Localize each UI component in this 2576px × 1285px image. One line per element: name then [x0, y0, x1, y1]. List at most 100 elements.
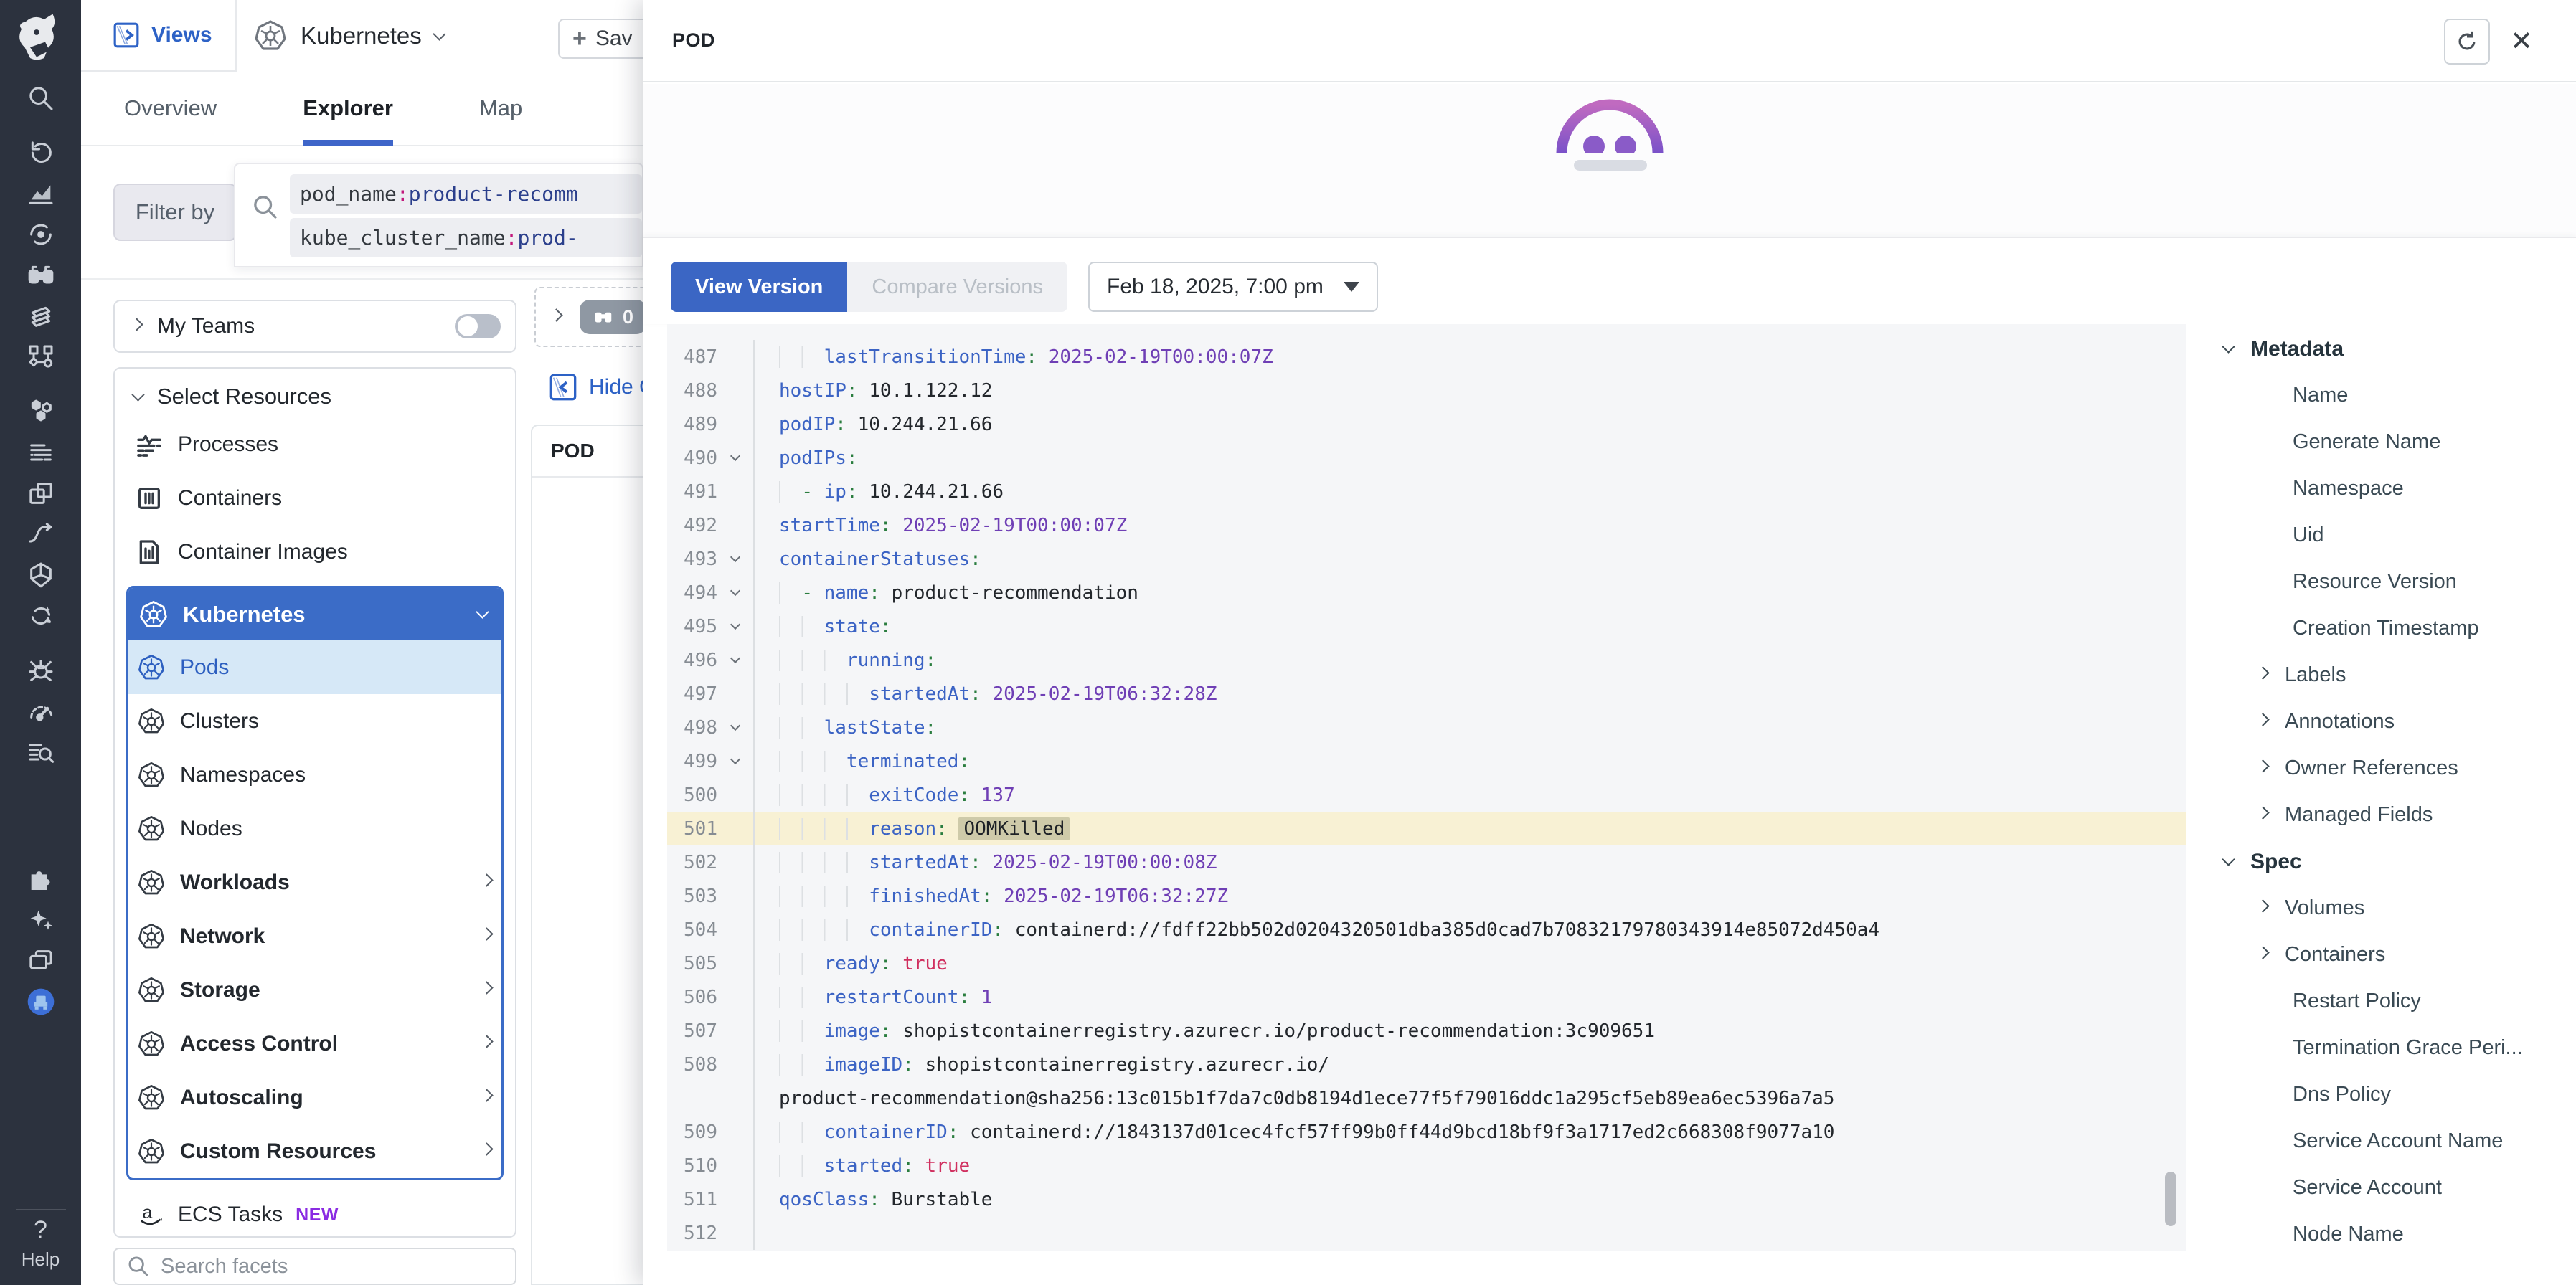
- tab-map[interactable]: Map: [479, 71, 522, 146]
- sidebar-item-access-control[interactable]: Access Control: [128, 1017, 501, 1071]
- sidebar-item-custom-resources[interactable]: Custom Resources: [128, 1124, 501, 1178]
- tree-node-creation-timestamp[interactable]: Creation Timestamp: [2186, 605, 2576, 652]
- version-date-dropdown[interactable]: Feb 18, 2025, 7:00 pm: [1088, 262, 1378, 312]
- tree-node-labels[interactable]: Labels: [2186, 652, 2576, 698]
- compare-versions-button[interactable]: Compare Versions: [847, 262, 1067, 312]
- security-shield-icon[interactable]: [0, 554, 81, 595]
- search-facets-input[interactable]: [161, 1255, 462, 1279]
- integrations-puzzle-icon[interactable]: [0, 858, 81, 899]
- tree-node-label: Dns Policy: [2293, 1083, 2391, 1106]
- sidebar-item-autoscaling[interactable]: Autoscaling: [128, 1071, 501, 1124]
- select-resources-label: Select Resources: [157, 384, 331, 409]
- tree-node-service-account-name[interactable]: Service Account Name: [2186, 1118, 2576, 1165]
- tree-node-owner-references[interactable]: Owner References: [2186, 745, 2576, 792]
- sidebar-item-containers[interactable]: Containers: [126, 471, 504, 525]
- watchdog-binoculars-icon[interactable]: [0, 255, 81, 295]
- sidebar-item-workloads[interactable]: Workloads: [128, 855, 501, 909]
- fold-chevron-icon[interactable]: [717, 726, 753, 729]
- tree-node-restart-policy[interactable]: Restart Policy: [2186, 978, 2576, 1025]
- k8s-item-icon: [137, 761, 166, 790]
- fold-chevron-icon[interactable]: [717, 592, 753, 594]
- llm-sync-icon[interactable]: [0, 595, 81, 636]
- sidebar-item-label: Autoscaling: [180, 1086, 468, 1110]
- tree-node-node-name[interactable]: Node Name: [2186, 1211, 2576, 1258]
- tree-node-dns-policy[interactable]: Dns Policy: [2186, 1071, 2576, 1118]
- tree-node-uid[interactable]: Uid: [2186, 512, 2576, 559]
- select-resources-header[interactable]: Select Resources: [126, 376, 504, 417]
- close-icon[interactable]: ✕: [2510, 28, 2533, 55]
- views-button[interactable]: Views: [81, 0, 237, 72]
- fold-chevron-icon[interactable]: [717, 760, 753, 763]
- tree-node-generate-name[interactable]: Generate Name: [2186, 419, 2576, 465]
- bug-icon[interactable]: [0, 650, 81, 691]
- sidebar-item-storage[interactable]: Storage: [128, 963, 501, 1017]
- sidebar-item-clusters[interactable]: Clusters: [128, 694, 501, 748]
- datadog-logo[interactable]: [0, 0, 81, 77]
- code-line: 507 image: shopistcontainerregistry.azur…: [667, 1014, 2186, 1048]
- code-line: 511qosClass: Burstable: [667, 1182, 2186, 1216]
- tree-node-label: Service Account Name: [2293, 1129, 2503, 1153]
- filter-chip-pod_name[interactable]: pod_name:product-recomm: [290, 174, 642, 214]
- tree-node-annotations[interactable]: Annotations: [2186, 698, 2576, 745]
- pipelines-icon[interactable]: [0, 513, 81, 554]
- fold-chevron-icon[interactable]: [717, 625, 753, 628]
- tree-node-spec[interactable]: Spec: [2186, 838, 2576, 885]
- fold-chevron-icon[interactable]: [717, 457, 753, 460]
- code-text: running:: [753, 643, 2186, 677]
- tree-node-label: Metadata: [2250, 337, 2344, 361]
- history-icon[interactable]: [0, 132, 81, 173]
- sidebar-item-container-images[interactable]: Container Images: [126, 525, 504, 579]
- infrastructure-icon[interactable]: [0, 473, 81, 513]
- sidebar-item-kubernetes[interactable]: Kubernetes: [128, 588, 501, 640]
- user-avatar-icon[interactable]: [0, 981, 81, 1022]
- tree-node-containers[interactable]: Containers: [2186, 931, 2576, 978]
- service-radar-icon[interactable]: [0, 214, 81, 255]
- software-layers-icon[interactable]: [0, 295, 81, 336]
- code-text: started: true: [753, 1149, 2186, 1182]
- tree-node-termination-grace-peri[interactable]: Termination Grace Peri...: [2186, 1025, 2576, 1071]
- tab-explorer[interactable]: Explorer: [303, 71, 393, 146]
- dashboards-icon[interactable]: [0, 173, 81, 214]
- sidebar-item-ecs-tasks[interactable]: a ECS Tasks NEW: [126, 1190, 504, 1239]
- hide-controls-link[interactable]: Hide C: [549, 373, 655, 402]
- refresh-button[interactable]: [2444, 19, 2490, 65]
- sidebar-item-pods[interactable]: Pods: [128, 640, 501, 694]
- tree-node-volumes[interactable]: Volumes: [2186, 885, 2576, 931]
- containers-hex-icon[interactable]: [0, 391, 81, 432]
- search-icon[interactable]: [0, 77, 81, 118]
- help-button[interactable]: ? Help: [22, 1216, 60, 1285]
- tree-node-label: Containers: [2285, 943, 2385, 967]
- code-scrollbar-thumb[interactable]: [2165, 1172, 2176, 1226]
- view-version-button[interactable]: View Version: [671, 262, 847, 312]
- tree-node-managed-fields[interactable]: Managed Fields: [2186, 792, 2576, 838]
- my-teams-toggle[interactable]: [455, 314, 501, 338]
- line-number: 506: [667, 987, 717, 1008]
- my-teams-toggle-card[interactable]: My Teams: [113, 300, 516, 353]
- sidebar-item-nodes[interactable]: Nodes: [128, 802, 501, 855]
- chevron-right-icon: [480, 927, 493, 940]
- tree-node-name[interactable]: Name: [2186, 372, 2576, 419]
- log-explorer-icon[interactable]: [0, 731, 81, 772]
- sidebar-item-network[interactable]: Network: [128, 909, 501, 963]
- tree-node-namespace[interactable]: Namespace: [2186, 465, 2576, 512]
- slo-gauge-icon[interactable]: [0, 691, 81, 731]
- ai-sparkles-icon[interactable]: [0, 899, 81, 940]
- line-number: 512: [667, 1223, 717, 1244]
- yaml-code-viewer[interactable]: 487 lastTransitionTime: 2025-02-19T00:00…: [667, 324, 2186, 1251]
- fold-chevron-icon[interactable]: [717, 558, 753, 561]
- filter-chip-kube_cluster_name[interactable]: kube_cluster_name:prod-: [290, 218, 642, 257]
- sidebar-item-processes[interactable]: Processes: [126, 417, 504, 471]
- fold-chevron-icon[interactable]: [717, 659, 753, 662]
- tree-node-resource-version[interactable]: Resource Version: [2186, 559, 2576, 605]
- sidebar-item-label: Nodes: [180, 817, 491, 841]
- code-text: restartCount: 1: [753, 980, 2186, 1014]
- service-map-icon[interactable]: [0, 336, 81, 377]
- sidebar-item-namespaces[interactable]: Namespaces: [128, 748, 501, 802]
- chevron-down-icon: [476, 605, 489, 618]
- logs-icon[interactable]: [0, 432, 81, 473]
- workflow-windows-icon[interactable]: [0, 940, 81, 981]
- filter-query-input[interactable]: pod_name:product-recomm kube_cluster_name…: [234, 163, 643, 267]
- tree-node-service-account[interactable]: Service Account: [2186, 1165, 2576, 1211]
- tree-node-metadata[interactable]: Metadata: [2186, 326, 2576, 372]
- tab-overview[interactable]: Overview: [124, 71, 217, 146]
